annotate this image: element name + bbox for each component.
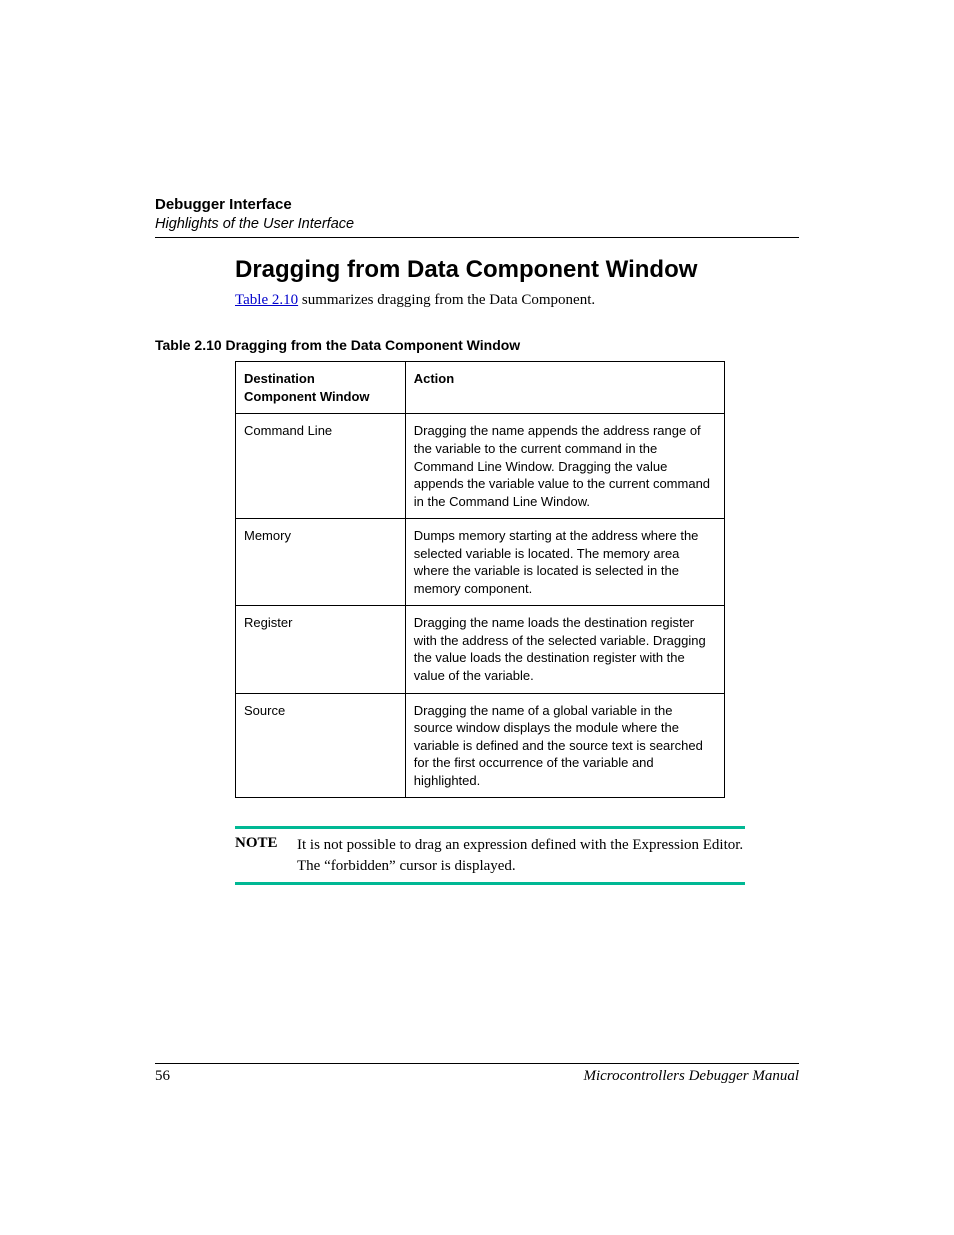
table-ref-link[interactable]: Table 2.10 <box>235 292 298 308</box>
cell-action: Dragging the name loads the destination … <box>405 606 724 693</box>
table-row: Command Line Dragging the name appends t… <box>236 414 725 519</box>
page-number: 56 <box>155 1068 170 1085</box>
drag-table: Destination Component Window Action Comm… <box>235 361 725 798</box>
col-header-destination: Destination Component Window <box>236 362 406 414</box>
cell-dest: Memory <box>236 519 406 606</box>
manual-title: Microcontrollers Debugger Manual <box>583 1068 799 1085</box>
header-rule <box>155 237 799 238</box>
intro-text: summarizes dragging from the Data Compon… <box>298 292 595 308</box>
note-text: It is not possible to drag an expression… <box>297 835 745 876</box>
table-row: Register Dragging the name loads the des… <box>236 606 725 693</box>
cell-dest: Register <box>236 606 406 693</box>
cell-dest: Command Line <box>236 414 406 519</box>
table-row: Source Dragging the name of a global var… <box>236 693 725 798</box>
table-row: Memory Dumps memory starting at the addr… <box>236 519 725 606</box>
footer-rule <box>155 1063 799 1064</box>
section-heading: Dragging from Data Component Window <box>235 256 799 284</box>
col-header-dest-l1: Destination <box>244 371 315 386</box>
note-block: NOTE It is not possible to drag an expre… <box>235 826 745 885</box>
note-label: NOTE <box>235 835 297 876</box>
running-header: Debugger Interface Highlights of the Use… <box>155 195 799 233</box>
table-caption: Table 2.10 Dragging from the Data Compon… <box>155 337 799 353</box>
col-header-action: Action <box>405 362 724 414</box>
cell-action: Dragging the name of a global variable i… <box>405 693 724 798</box>
cell-action: Dumps memory starting at the address whe… <box>405 519 724 606</box>
col-header-dest-l2: Component Window <box>244 389 370 404</box>
cell-action: Dragging the name appends the address ra… <box>405 414 724 519</box>
table-header-row: Destination Component Window Action <box>236 362 725 414</box>
page-footer: 56 Microcontrollers Debugger Manual <box>155 1063 799 1085</box>
intro-paragraph: Table 2.10 summarizes dragging from the … <box>235 292 799 309</box>
header-section: Highlights of the User Interface <box>155 215 799 234</box>
header-chapter: Debugger Interface <box>155 195 799 215</box>
cell-dest: Source <box>236 693 406 798</box>
page: Debugger Interface Highlights of the Use… <box>0 0 954 1235</box>
